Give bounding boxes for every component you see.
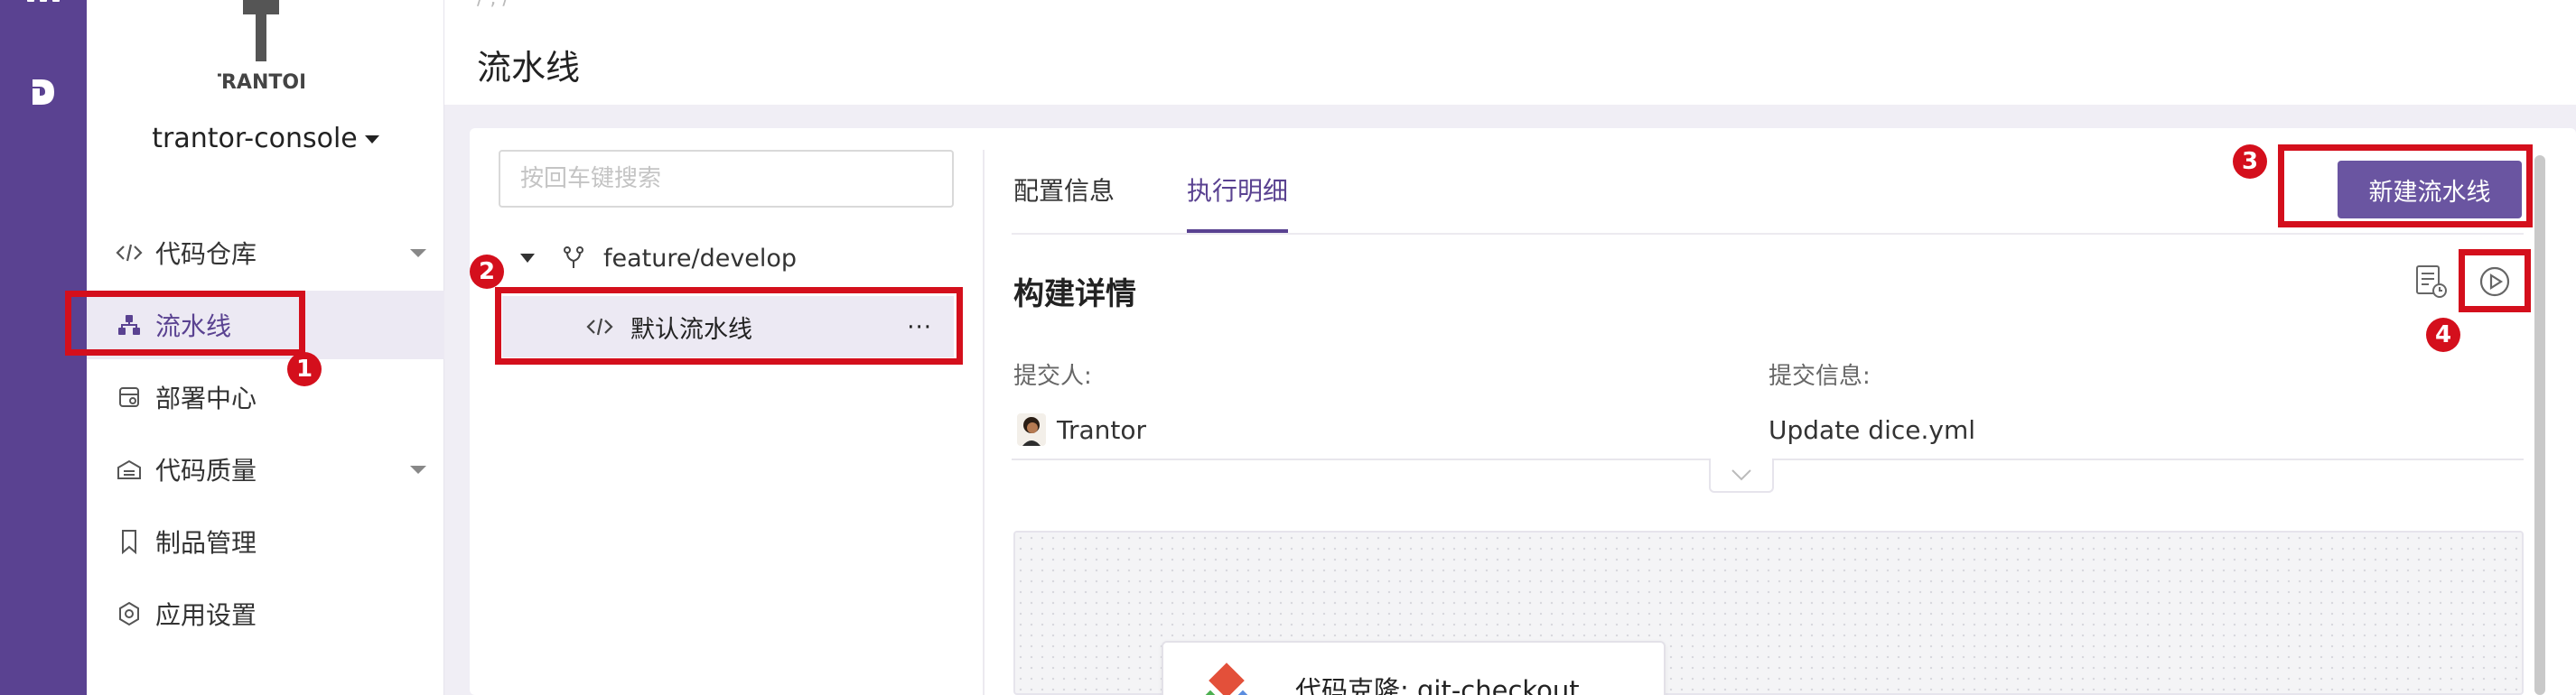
highlight-box-2 <box>495 287 963 365</box>
branch-name: feature/develop <box>603 244 798 273</box>
commit-message: Update dice.yml <box>1769 415 1976 445</box>
pipeline-stage-node[interactable]: 代码克隆: git-checkout <box>1162 641 1666 695</box>
submitter-label: 提交人: <box>1013 363 1092 390</box>
chevron-down-icon <box>410 249 426 257</box>
code-icon <box>114 237 145 268</box>
breadcrumb[interactable]: / , / <box>477 0 509 10</box>
build-detail-title: 构建详情 <box>1013 276 1136 312</box>
tab-config[interactable]: 配置信息 <box>1013 171 1115 208</box>
highlight-box-3 <box>2278 144 2533 227</box>
tabs-divider <box>1012 233 2524 235</box>
annotation-badge-1: 1 <box>287 352 322 386</box>
caret-down-icon <box>364 135 379 144</box>
scrollbar[interactable] <box>2534 155 2545 695</box>
deploy-icon <box>114 382 145 412</box>
search-input[interactable] <box>499 150 954 208</box>
annotation-badge-3: 3 <box>2233 144 2267 179</box>
project-switcher[interactable]: trantor-console <box>87 123 444 154</box>
annotation-badge-2: 2 <box>470 255 504 289</box>
sidebar-item-label: 应用设置 <box>155 600 257 630</box>
sidebar-item-label: 代码质量 <box>155 456 257 486</box>
sidebar-item-label: 制品管理 <box>155 528 257 558</box>
panel-divider <box>983 150 985 695</box>
submitter-name: Trantor <box>1057 415 1147 445</box>
highlight-box-1 <box>65 291 305 356</box>
stage-label: 代码克隆: git-checkout <box>1295 675 1580 695</box>
sidebar-item-artifacts[interactable]: 制品管理 <box>87 507 444 576</box>
logo-text: TRANTOR <box>218 71 304 94</box>
expand-toggle[interactable] <box>1709 459 1774 493</box>
caret-down-icon[interactable] <box>520 254 535 263</box>
highlight-box-4 <box>2459 249 2531 312</box>
bookmark-icon <box>114 526 145 557</box>
app-root: TRANTOR trantor-console 代码仓库 流水线 部署中心 <box>0 0 2576 695</box>
sidebar-item-code-repo[interactable]: 代码仓库 <box>87 218 444 287</box>
avatar <box>1017 413 1046 446</box>
commit-message-label: 提交信息: <box>1769 363 1871 390</box>
git-branch-icon <box>564 246 583 268</box>
chevron-down-icon <box>1731 469 1751 481</box>
project-name: trantor-console <box>152 123 358 154</box>
settings-icon <box>114 598 145 629</box>
project-logo: TRANTOR <box>218 0 304 94</box>
sidebar-item-app-settings[interactable]: 应用设置 <box>87 579 444 648</box>
sidebar-item-deploy[interactable]: 部署中心 <box>87 363 444 431</box>
git-logo-icon <box>1199 663 1254 695</box>
sidebar-item-code-quality[interactable]: 代码质量 <box>87 435 444 504</box>
sidebar-item-label: 代码仓库 <box>155 239 257 269</box>
tab-execution[interactable]: 执行明细 <box>1187 171 1288 208</box>
brand-logo-icon[interactable] <box>27 76 60 108</box>
tree-branch-node[interactable]: feature/develop <box>520 238 797 278</box>
page-header: / , / 流水线 <box>444 0 2576 105</box>
build-log-icon[interactable] <box>2413 264 2450 300</box>
page-title: 流水线 <box>477 48 581 88</box>
chevron-down-icon <box>410 466 426 474</box>
active-tab-indicator <box>1187 229 1288 233</box>
quality-icon <box>114 454 145 485</box>
sidebar-item-label: 部署中心 <box>155 384 257 413</box>
apps-grid-icon[interactable] <box>27 0 60 7</box>
annotation-badge-4: 4 <box>2426 318 2460 352</box>
